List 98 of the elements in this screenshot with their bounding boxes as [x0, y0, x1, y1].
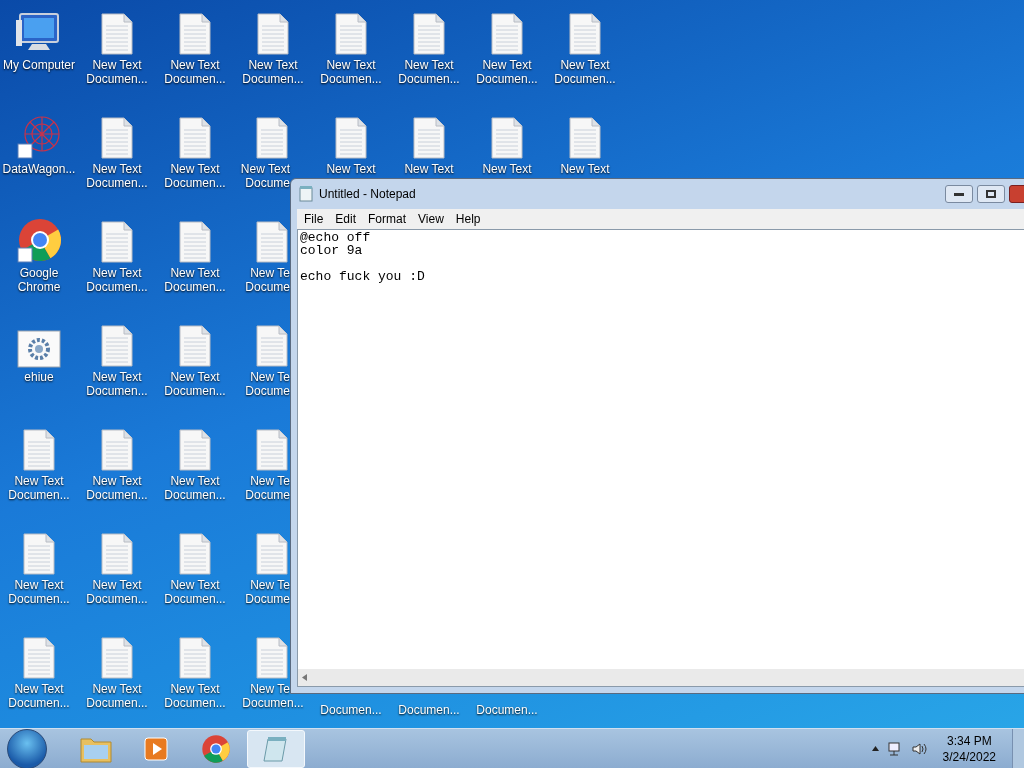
text-file-icon: [256, 12, 290, 56]
taskbar-button[interactable]: [247, 729, 305, 768]
icon-label[interactable]: New Text Documen...: [8, 578, 70, 606]
icon-label[interactable]: New Text Documen...: [86, 370, 148, 398]
text-editor[interactable]: @echo off color 9a echo fuck you :D: [297, 229, 1024, 687]
text-file-icon: [178, 12, 212, 56]
text-file-icon: [490, 116, 524, 160]
icon-label[interactable]: New Text Documen...: [8, 682, 70, 710]
gear-document-icon: [17, 330, 61, 368]
text-file-icon: [255, 116, 289, 160]
icon-label[interactable]: New Text Documen...: [164, 162, 226, 190]
icon-label[interactable]: New Text Documen...: [554, 58, 616, 86]
start-button[interactable]: [7, 728, 47, 768]
window-title: Untitled - Notepad: [319, 186, 416, 203]
icon-label[interactable]: Documen...: [398, 703, 460, 717]
text-file-icon: [178, 636, 212, 680]
text-file-icon: [178, 532, 212, 576]
icon-label[interactable]: Google Chrome: [17, 266, 61, 294]
icon-label[interactable]: New Text Documen...: [164, 266, 226, 294]
icon-label[interactable]: New Text: [482, 162, 532, 176]
icon-label[interactable]: New Text Documen...: [86, 58, 148, 86]
show-desktop-button[interactable]: [1012, 728, 1024, 768]
text-file-icon: [100, 532, 134, 576]
icon-label[interactable]: New Text Documen...: [320, 58, 382, 86]
menu-item[interactable]: Edit: [330, 210, 362, 228]
icon-label[interactable]: New Text Documen...: [398, 58, 460, 86]
text-file-icon: [568, 116, 602, 160]
icon-label[interactable]: New Text Documen...: [164, 578, 226, 606]
icon-label[interactable]: New Text Docume: [240, 162, 290, 190]
icon-label[interactable]: New Text Documen...: [164, 474, 226, 502]
menu-item[interactable]: File: [299, 210, 329, 228]
document-text: @echo off color 9a echo fuck you :D: [300, 231, 425, 283]
notepad-icon: [299, 186, 313, 202]
icon-label[interactable]: Documen...: [476, 703, 538, 717]
text-file-icon: [490, 12, 524, 56]
text-file-icon: [22, 428, 56, 472]
text-file-icon: [568, 12, 602, 56]
icon-label[interactable]: New Text: [404, 162, 454, 176]
icon-label[interactable]: New Text Documen...: [8, 474, 70, 502]
network-icon[interactable]: [886, 740, 903, 757]
notepad-icon: [262, 734, 290, 763]
text-file-icon: [100, 636, 134, 680]
menu-item[interactable]: Format: [363, 210, 412, 228]
icon-label[interactable]: New Text Documen...: [86, 474, 148, 502]
network-graph-shortcut-icon: [16, 114, 62, 160]
text-file-icon: [178, 220, 212, 264]
icon-label[interactable]: New Te Docume: [245, 370, 290, 398]
icon-label[interactable]: New Text Documen...: [86, 266, 148, 294]
chrome-icon: [201, 733, 231, 764]
text-file-icon: [178, 428, 212, 472]
text-file-icon: [22, 636, 56, 680]
text-file-icon: [100, 116, 134, 160]
volume-icon[interactable]: [910, 740, 927, 757]
icon-label[interactable]: New Text Documen...: [476, 58, 538, 86]
icon-label[interactable]: Documen...: [320, 703, 382, 717]
icon-label[interactable]: New Text Documen...: [164, 370, 226, 398]
icon-label[interactable]: New Text Documen...: [86, 162, 148, 190]
menu-item[interactable]: View: [413, 210, 449, 228]
icon-label[interactable]: New Te: [250, 682, 290, 696]
icon-label[interactable]: New Text Documen...: [164, 682, 226, 710]
text-file-icon: [100, 220, 134, 264]
icon-label[interactable]: DataWagon...: [2, 162, 76, 176]
text-file-icon: [255, 532, 289, 576]
text-file-icon: [178, 324, 212, 368]
text-file-icon: [255, 636, 289, 680]
media-player-icon: [142, 734, 170, 763]
icon-label[interactable]: ehiue: [24, 370, 54, 384]
icon-label[interactable]: New Text Documen...: [86, 578, 148, 606]
text-file-icon: [255, 428, 289, 472]
icon-label[interactable]: Documen...: [242, 696, 304, 710]
icon-label[interactable]: New Text: [326, 162, 376, 176]
text-file-icon: [334, 116, 368, 160]
icon-label[interactable]: New Te Docume: [245, 474, 290, 502]
icon-label[interactable]: New Te Docume: [245, 266, 290, 294]
chrome-shortcut-icon: [16, 218, 62, 264]
text-file-icon: [100, 428, 134, 472]
show-hidden-icons-icon[interactable]: [871, 746, 879, 751]
text-file-icon: [255, 324, 289, 368]
icon-label[interactable]: My Computer: [3, 58, 75, 72]
text-file-icon: [255, 220, 289, 264]
text-file-icon: [100, 12, 134, 56]
minimize-button[interactable]: [945, 185, 973, 203]
icon-label[interactable]: New Text: [560, 162, 610, 176]
menu-item[interactable]: Help: [450, 210, 486, 228]
text-file-icon: [100, 324, 134, 368]
horizontal-scrollbar[interactable]: [298, 669, 1024, 686]
text-file-icon: [178, 116, 212, 160]
left-arrow-icon[interactable]: [302, 674, 307, 681]
clock[interactable]: 3:34 PM 3/24/2022: [934, 732, 1004, 765]
text-file-icon: [412, 12, 446, 56]
icon-label[interactable]: New Te Docume: [245, 578, 290, 606]
icon-label[interactable]: New Text Documen...: [86, 682, 148, 710]
text-file-icon: [412, 116, 446, 160]
icon-label[interactable]: New Text Documen...: [242, 58, 304, 86]
icon-label[interactable]: New Text Documen...: [164, 58, 226, 86]
text-file-icon: [334, 12, 368, 56]
maximize-button[interactable]: [977, 185, 1005, 203]
text-file-icon: [22, 532, 56, 576]
